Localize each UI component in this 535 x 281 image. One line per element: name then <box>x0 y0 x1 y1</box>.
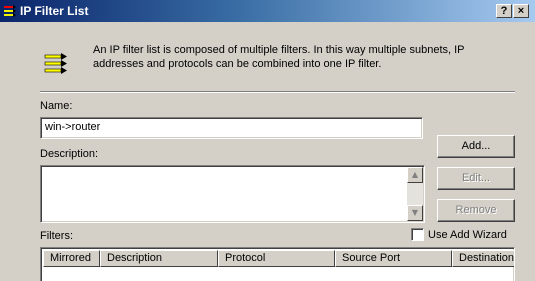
column-header-protocol[interactable]: Protocol <box>218 250 335 267</box>
scroll-down-icon[interactable]: ▼ <box>407 205 423 221</box>
info-text: An IP filter list is composed of multipl… <box>93 44 465 70</box>
remove-button[interactable]: Remove <box>437 199 515 222</box>
scroll-up-icon[interactable]: ▲ <box>407 167 423 183</box>
filter-list-icon <box>4 5 16 17</box>
description-textarea[interactable]: ▲ ▼ <box>40 165 425 223</box>
description-scrollbar[interactable]: ▲ ▼ <box>407 167 423 221</box>
description-label: Description: <box>40 148 99 160</box>
ip-filter-list-dialog: IP Filter List ? × An IP filter list is … <box>0 0 535 281</box>
filter-list-icon <box>44 53 67 74</box>
use-add-wizard-label[interactable]: Use Add Wizard <box>428 229 507 241</box>
column-header-destination[interactable]: Destination <box>452 250 514 267</box>
help-button[interactable]: ? <box>496 4 512 18</box>
name-label: Name: <box>40 100 73 112</box>
use-add-wizard-checkbox[interactable] <box>411 228 424 241</box>
filters-column-headers: Mirrored Description Protocol Source Por… <box>43 250 514 267</box>
filters-label: Filters: <box>40 230 73 242</box>
column-header-source-port[interactable]: Source Port <box>335 250 452 267</box>
close-button[interactable]: × <box>513 4 529 18</box>
title-bar[interactable]: IP Filter List ? × <box>0 0 535 22</box>
edit-button[interactable]: Edit... <box>437 167 515 190</box>
column-header-mirrored[interactable]: Mirrored <box>43 250 100 267</box>
window-title: IP Filter List <box>20 4 89 18</box>
filters-list[interactable]: Mirrored Description Protocol Source Por… <box>40 247 515 281</box>
separator <box>40 91 515 93</box>
column-header-description[interactable]: Description <box>100 250 218 267</box>
add-button[interactable]: Add... <box>437 135 515 158</box>
name-input[interactable]: win->router <box>40 117 423 139</box>
